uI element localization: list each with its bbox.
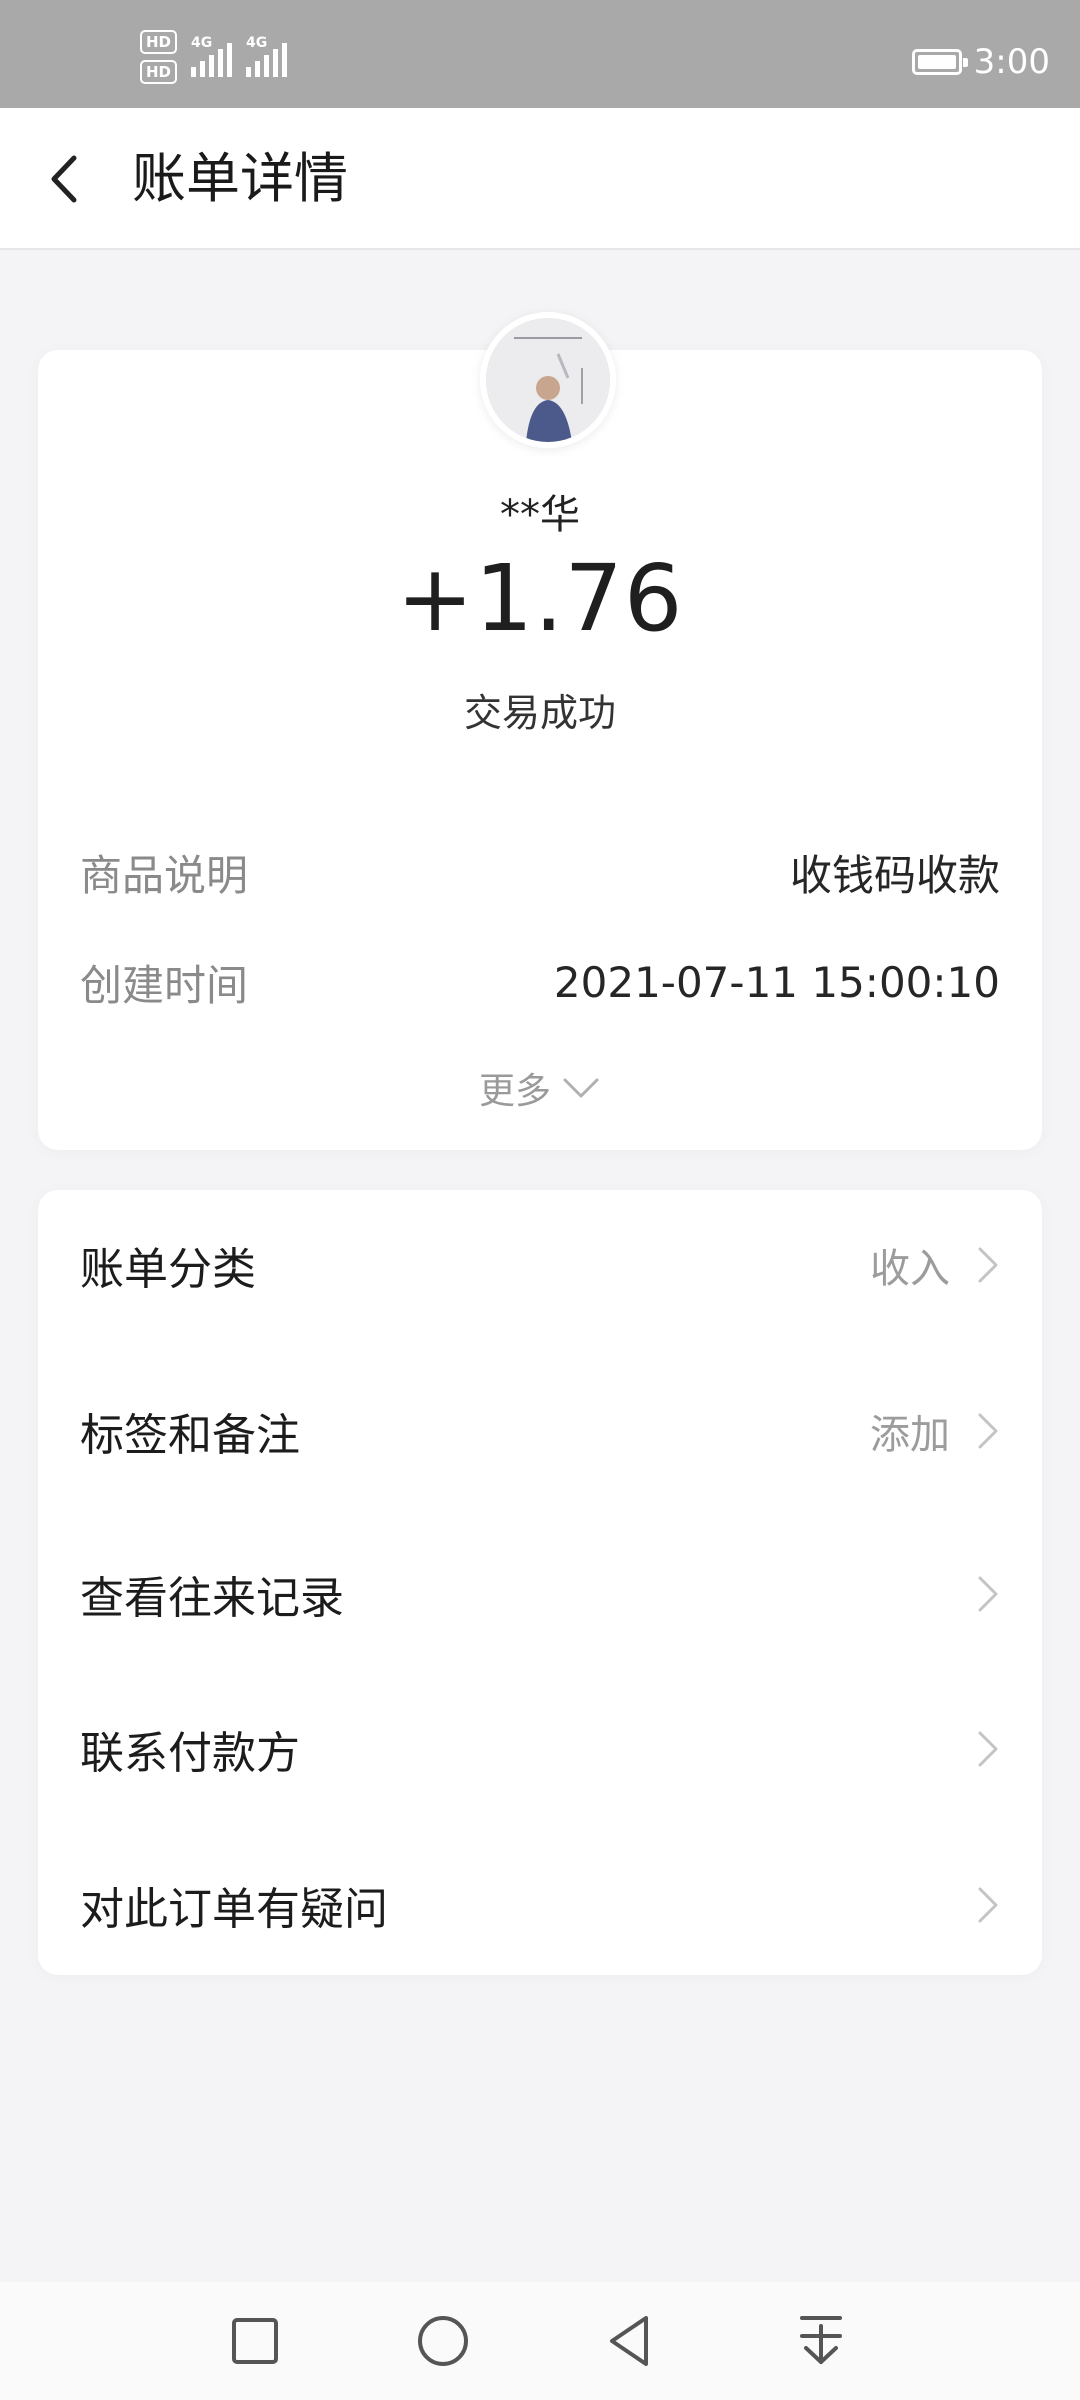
action-label: 查看往来记录 <box>80 1573 344 1624</box>
system-back-button[interactable] <box>596 2306 666 2376</box>
home-button[interactable] <box>408 2306 478 2376</box>
avatar <box>480 312 616 448</box>
more-button[interactable]: 更多 <box>0 1062 1080 1114</box>
action-value: 添加 <box>870 1412 950 1458</box>
action-row-transaction-history[interactable]: 查看往来记录 <box>38 1519 1042 1669</box>
signal-bar <box>282 43 288 77</box>
detail-label: 创建时间 <box>80 960 249 1010</box>
download-tray-icon <box>800 2316 842 2364</box>
signal-bar <box>191 67 197 77</box>
signal-bar <box>209 55 215 77</box>
action-label: 对此订单有疑问 <box>80 1884 388 1935</box>
detail-row-product: 商品说明 收钱码收款 <box>80 842 1000 902</box>
chevron-right-icon <box>978 1413 998 1449</box>
battery-level <box>917 55 956 69</box>
detail-row-created-time: 创建时间 2021-07-11 15:00:10 <box>80 952 1000 1012</box>
action-row-order-question[interactable]: 对此订单有疑问 <box>38 1830 1042 1980</box>
detail-value: 2021-07-11 15:00:10 <box>553 957 1000 1007</box>
signal-bar <box>200 61 206 77</box>
signal-bar <box>246 67 252 77</box>
battery-icon <box>911 49 968 75</box>
hd-indicators: HD HD <box>140 30 178 84</box>
chevron-left-icon <box>51 155 77 203</box>
recent-apps-button[interactable] <box>220 2306 290 2376</box>
system-nav-bar <box>0 2282 1080 2400</box>
notification-pull-button[interactable] <box>786 2306 856 2376</box>
square-icon <box>232 2318 278 2364</box>
more-label: 更多 <box>478 1071 551 1112</box>
action-row-tags-notes[interactable]: 标签和备注 添加 <box>38 1356 1042 1506</box>
signal-icon-sim1: 4G <box>191 35 233 77</box>
nav-header: 账单详情 <box>0 108 1080 250</box>
action-row-contact-payer[interactable]: 联系付款方 <box>38 1674 1042 1824</box>
detail-label: 商品说明 <box>80 850 249 900</box>
network-gen-sim1: 4G <box>191 35 213 51</box>
hd-icon-sim1: HD <box>140 30 178 54</box>
bill-summary-card <box>38 350 1042 1150</box>
chevron-right-icon <box>978 1576 998 1612</box>
detail-value: 收钱码收款 <box>789 850 1000 900</box>
back-button[interactable] <box>40 144 96 214</box>
chevron-right-icon <box>978 1731 998 1767</box>
action-row-bill-category[interactable]: 账单分类 收入 <box>38 1190 1042 1340</box>
battery-time-group: 3:00 <box>911 42 1050 82</box>
signal-bar <box>264 55 270 77</box>
triangle-back-icon <box>610 2316 648 2366</box>
chevron-down-icon <box>563 1078 599 1098</box>
signal-bar <box>273 49 279 77</box>
hd-icon-sim2: HD <box>140 60 178 84</box>
page-title: 账单详情 <box>132 147 348 210</box>
signal-bar <box>255 61 261 77</box>
action-label: 账单分类 <box>80 1244 256 1295</box>
transaction-status: 交易成功 <box>463 691 616 735</box>
action-value: 收入 <box>870 1246 950 1292</box>
action-label: 联系付款方 <box>80 1728 300 1779</box>
signal-bar <box>227 43 233 77</box>
status-time: 3:00 <box>973 42 1050 82</box>
status-bar: HD HD 4G 4G 3:00 <box>0 0 1080 108</box>
signal-bar <box>218 49 224 77</box>
transaction-amount: +1.76 <box>396 545 684 652</box>
signal-icon-sim2: 4G <box>246 35 288 77</box>
network-gen-sim2: 4G <box>246 35 268 51</box>
action-label: 标签和备注 <box>80 1410 300 1461</box>
avatar-image <box>486 318 610 442</box>
chevron-right-icon <box>978 1887 998 1923</box>
counterparty-name: **华 <box>500 492 580 538</box>
circle-icon <box>418 2316 468 2366</box>
sim-signal-group: HD HD 4G 4G <box>140 30 288 84</box>
chevron-right-icon <box>978 1247 998 1283</box>
